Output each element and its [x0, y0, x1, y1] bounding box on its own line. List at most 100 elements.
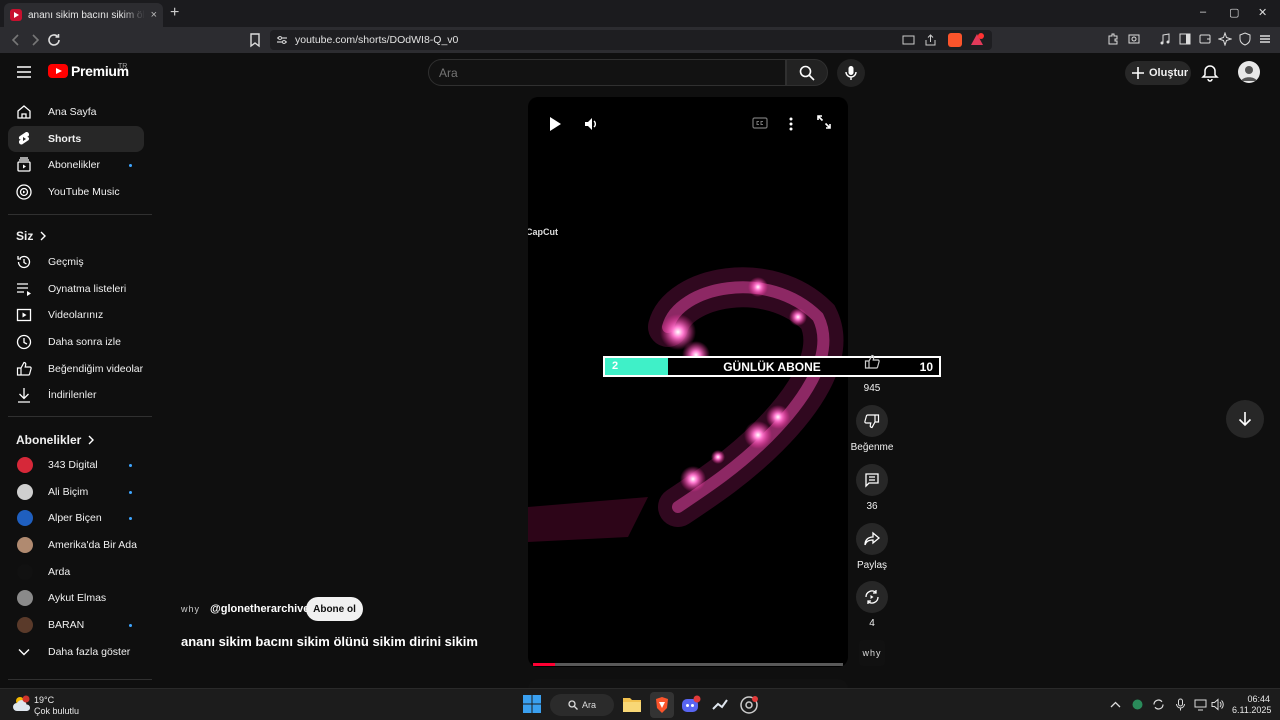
channel-avatar[interactable]: why [181, 599, 205, 619]
search-box[interactable] [428, 59, 786, 86]
chrome-icon[interactable] [739, 695, 759, 715]
brave-shields-icon[interactable] [948, 33, 962, 47]
bookmark-icon[interactable] [247, 32, 263, 48]
sync-icon[interactable] [1152, 698, 1165, 711]
more-options-icon[interactable] [789, 116, 793, 132]
like-button[interactable] [856, 346, 888, 378]
network-icon[interactable] [1194, 698, 1207, 711]
play-icon[interactable] [548, 116, 562, 132]
search-input[interactable] [439, 66, 769, 80]
like-action[interactable]: 945 [852, 346, 892, 394]
voice-search-button[interactable] [837, 59, 865, 87]
show-more-button[interactable]: Daha fazla göster [8, 639, 144, 665]
sidebar-channel-343-digital[interactable]: 343 Digital [8, 452, 144, 478]
notifications-bell-icon[interactable] [1201, 64, 1219, 82]
sidebar-item-shorts[interactable]: Shorts [8, 126, 144, 152]
leo-ai-icon[interactable] [1218, 32, 1234, 48]
remix-action[interactable]: 4 [852, 581, 892, 629]
site-settings-icon[interactable] [276, 34, 288, 46]
sidebar-channel-amerikada-bir-ada[interactable]: Amerika'da Bir Ada [8, 532, 144, 558]
weather-cloud-icon[interactable] [12, 694, 32, 714]
channel-name: Arda [48, 566, 71, 578]
browser-tab[interactable]: ananı sikim bacını sikim ölünü sikim dir… [4, 3, 163, 27]
weather-widget[interactable]: 19°C Çok bulutlu [34, 695, 79, 717]
extensions-icon[interactable] [1106, 32, 1122, 48]
volume-tray-icon[interactable] [1211, 698, 1224, 711]
subscriptions-icon [17, 157, 31, 172]
sidebar-toggle-icon[interactable] [1178, 32, 1194, 48]
dislike-button[interactable] [856, 405, 888, 437]
dislike-action[interactable]: Beğenme [851, 405, 893, 453]
new-content-dot [129, 164, 132, 167]
create-button[interactable]: Oluştur [1125, 61, 1191, 85]
you-section-heading[interactable]: Siz [16, 229, 47, 243]
sidebar-item-youtube-music[interactable]: YouTube Music [8, 179, 144, 205]
share-button[interactable] [856, 523, 888, 555]
sidebar-item-your-videos[interactable]: Videolarınız [8, 302, 144, 328]
brave-browser-icon[interactable] [650, 692, 674, 718]
youtube-premium-logo[interactable]: Premium [48, 63, 129, 79]
discord-icon[interactable] [681, 695, 701, 715]
taskbar-search[interactable]: Ara [550, 694, 614, 716]
video-progress-bar[interactable] [533, 663, 843, 666]
subscriptions-section-heading[interactable]: Abonelikler [16, 433, 95, 447]
music-icon [16, 184, 32, 200]
windows-start-icon[interactable] [523, 695, 543, 715]
wallet-icon[interactable] [1198, 32, 1214, 48]
channel-name: Aykut Elmas [48, 592, 107, 604]
youtube-header: Premium TR Oluştur [0, 53, 1280, 93]
sound-thumbnail[interactable]: why [859, 640, 885, 666]
sidebar-channel-ali-bicim[interactable]: Ali Biçim [8, 479, 144, 505]
sidebar-item-home[interactable]: Ana Sayfa [8, 99, 144, 125]
remix-button[interactable] [856, 581, 888, 613]
volume-icon[interactable] [584, 116, 598, 132]
sidebar-channel-arda[interactable]: Arda [8, 559, 144, 585]
system-clock[interactable]: 06:44 6.11.2025 [1232, 694, 1271, 716]
tab-close-button[interactable]: × [151, 9, 157, 21]
brave-rewards-icon[interactable] [970, 33, 984, 47]
share-page-icon[interactable] [924, 34, 937, 46]
captions-icon[interactable] [752, 117, 768, 129]
tray-app-icon[interactable] [1131, 698, 1144, 711]
new-tab-button[interactable]: + [170, 4, 179, 22]
file-explorer-icon[interactable] [622, 695, 642, 715]
shorts-video-player[interactable]: CapCut [528, 97, 848, 667]
sidebar-item-subscriptions[interactable]: Abonelikler [8, 152, 144, 178]
show-hidden-icons-chevron-icon[interactable] [1109, 698, 1122, 711]
subscribe-button[interactable]: Abone ol [306, 597, 363, 621]
channel-handle[interactable]: @glonetherarchive [210, 603, 309, 615]
microphone-tray-icon[interactable] [1174, 698, 1187, 711]
sidebar-item-liked-videos[interactable]: Beğendiğim videolar [8, 356, 144, 382]
video-progress-fill [533, 663, 555, 666]
user-avatar[interactable] [1238, 61, 1260, 83]
next-short-button[interactable] [1226, 400, 1264, 438]
reload-icon[interactable] [46, 32, 62, 48]
address-bar[interactable]: youtube.com/shorts/DOdWI8-Q_v0 [270, 30, 992, 50]
comments-button[interactable] [856, 464, 888, 496]
sidebar-channel-baran[interactable]: BARAN [8, 612, 144, 638]
back-icon[interactable] [8, 32, 24, 48]
forward-icon[interactable] [27, 32, 43, 48]
search-button[interactable] [786, 59, 828, 86]
sidebar-channel-alper-bicen[interactable]: Alper Biçen [8, 505, 144, 531]
maximize-button[interactable]: ▢ [1229, 6, 1239, 19]
vpn-icon[interactable] [1238, 32, 1254, 48]
cast-icon[interactable] [902, 34, 915, 46]
screenshot-icon[interactable] [1127, 32, 1143, 48]
sidebar-item-watch-later[interactable]: Daha sonra izle [8, 329, 144, 355]
fullscreen-icon[interactable] [817, 115, 831, 129]
sidebar-item-playlists[interactable]: Oynatma listeleri [8, 276, 144, 302]
comments-action[interactable]: 36 [852, 464, 892, 512]
channel-avatar [17, 510, 33, 526]
sidebar-item-downloads[interactable]: İndirilenler [8, 382, 144, 408]
minimize-button[interactable]: – [1200, 6, 1206, 18]
steam-icon[interactable] [710, 695, 730, 715]
close-window-button[interactable]: ✕ [1258, 6, 1267, 19]
sidebar-item-history[interactable]: Geçmiş [8, 249, 144, 275]
share-action[interactable]: Paylaş [852, 523, 892, 571]
media-icon[interactable] [1158, 32, 1174, 48]
sidebar-channel-aykut-elmas[interactable]: Aykut Elmas [8, 585, 144, 611]
menu-icon[interactable] [1258, 32, 1274, 48]
sidebar-item-label: İndirilenler [48, 389, 97, 401]
hamburger-menu-icon[interactable] [16, 65, 32, 79]
